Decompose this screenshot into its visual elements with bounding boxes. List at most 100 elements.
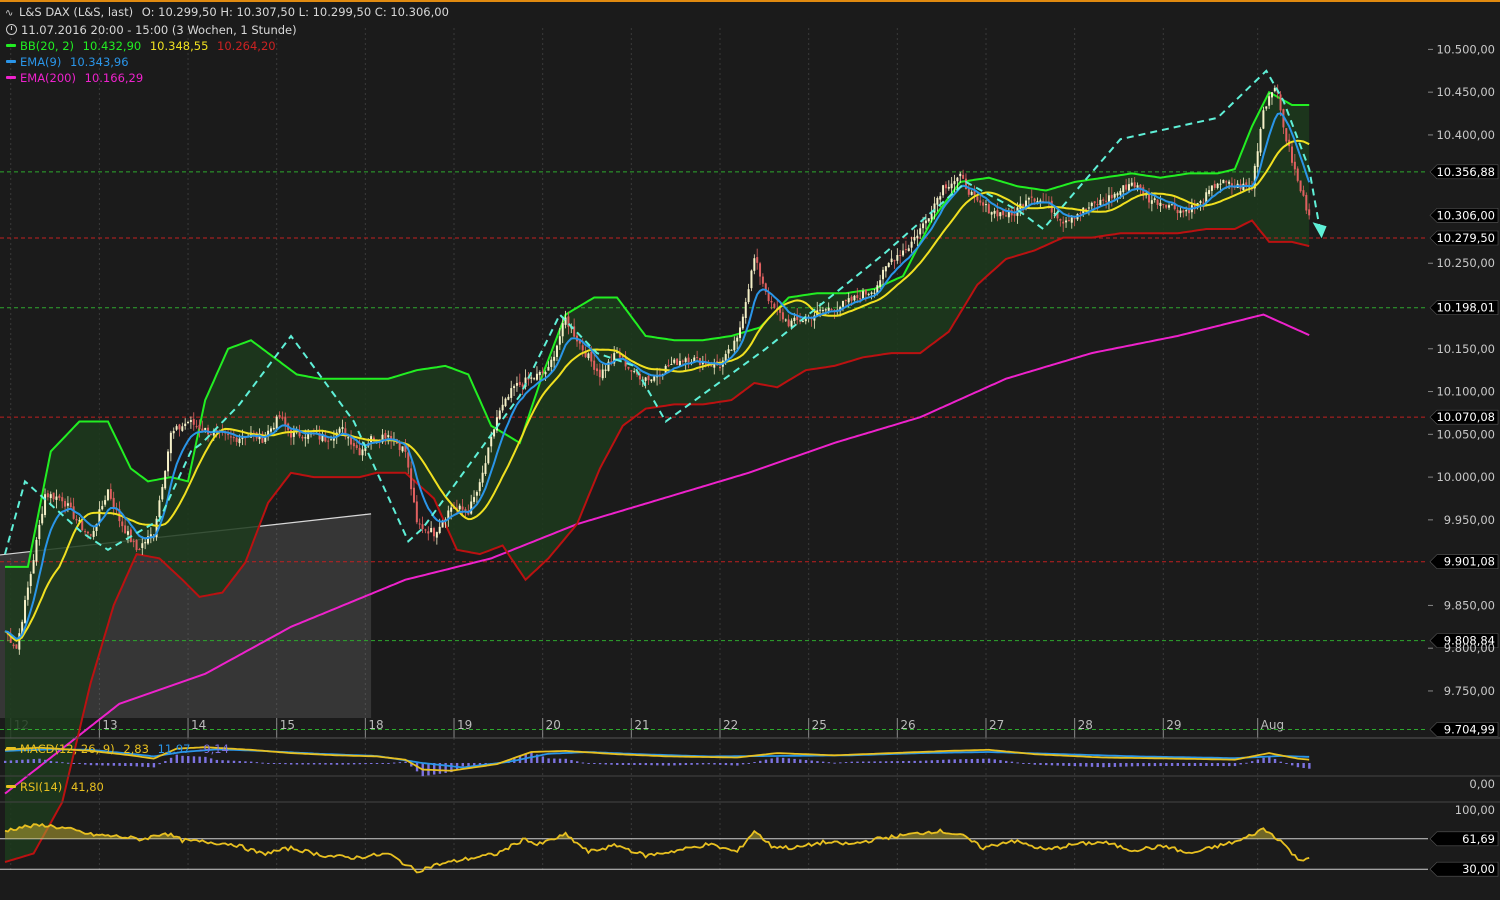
macd-hist-bar (278, 763, 281, 764)
candle-body (719, 366, 721, 369)
candle-body (1268, 96, 1271, 106)
legend-rsi[interactable]: RSI(14) 41,80 (4, 779, 104, 795)
macd-hist-bar (890, 761, 893, 763)
candle-body (407, 452, 410, 468)
candle-body (999, 212, 1002, 217)
candle-body (1007, 211, 1010, 218)
legend-macd[interactable]: MACD(12, 26, 9) 2,83 11,97 -9,14 (4, 741, 229, 757)
candle-body (269, 428, 272, 432)
candle-body (859, 297, 862, 300)
macd-hist-bar (152, 763, 156, 768)
candle-body (753, 258, 756, 271)
candle-body (384, 433, 387, 439)
candle-body (942, 185, 945, 196)
candle-body (1222, 179, 1225, 184)
macd-hist-bar (987, 758, 991, 763)
candle-body (164, 470, 167, 489)
candle-body (1256, 151, 1259, 168)
y-tick-label: 10.450,00 (1436, 85, 1495, 99)
macd-hist-bar (215, 759, 219, 763)
candle-body (947, 186, 950, 189)
candle-body (484, 463, 487, 474)
candle-body (361, 449, 364, 456)
macd-hist-bar (576, 761, 579, 763)
candle-body (61, 497, 64, 502)
candle-body (232, 437, 235, 439)
macd-hist-bar (598, 763, 602, 765)
macd-hist-bar (135, 763, 138, 767)
legend-ema200[interactable]: EMA(200) 10.166,29 (4, 70, 449, 86)
macd-hist-bar (1062, 763, 1065, 766)
ohlc-values: O: 10.299,50 H: 10.307,50 L: 10.299,50 C… (141, 5, 449, 19)
candle-body (847, 298, 850, 303)
macd-hist-bar (89, 763, 93, 766)
macd-hist-bar (964, 759, 968, 763)
candle-body (1096, 204, 1099, 206)
macd-hist-bar (879, 761, 882, 763)
candle-body (1087, 207, 1090, 209)
candle-body (201, 428, 204, 431)
macd-hist-bar (330, 763, 333, 765)
candle-body (1193, 205, 1196, 207)
candle-body (590, 351, 593, 362)
ema200-swatch (6, 75, 16, 79)
price-level-label: 10.306,00 (1436, 208, 1495, 222)
macd-hist-bar (993, 759, 996, 763)
macd-hist-bar (392, 762, 396, 764)
candle-body (904, 249, 907, 251)
candle-body (515, 383, 518, 386)
candle-body (970, 191, 973, 195)
macd-hist-bar (255, 762, 259, 764)
candle-body (879, 280, 882, 287)
macd-hist-bar (32, 759, 35, 763)
candle-body (41, 513, 44, 524)
candle-body (555, 345, 558, 357)
legend-bb[interactable]: BB(20, 2) 10.432,90 10.348,55 10.264,20 (4, 38, 449, 54)
macd-hist-bar (1039, 763, 1042, 765)
macd-hist-bar (1022, 763, 1025, 764)
macd-hist-bar (187, 756, 190, 763)
candle-body (1293, 161, 1296, 170)
macd-hist-bar (621, 763, 625, 765)
rsi-y-label: 61,69 (1462, 832, 1495, 846)
macd-hist-bar (267, 763, 270, 764)
candle-body (939, 196, 942, 200)
macd-hist-bar (370, 763, 373, 765)
candle-body (1136, 185, 1139, 188)
macd-value-3: -9,14 (199, 742, 229, 756)
macd-hist-bar (1239, 763, 1242, 765)
chart-type-icon[interactable]: ∿ (5, 6, 15, 22)
legend-ema9[interactable]: EMA(9) 10.343,96 (4, 54, 449, 70)
macd-hist-bar (896, 761, 899, 763)
macd-hist-bar (1193, 763, 1197, 766)
candle-body (1262, 110, 1265, 129)
candle-body (418, 523, 421, 525)
candle-body (587, 353, 590, 359)
macd-hist-bar (867, 761, 871, 763)
candle-body (530, 377, 533, 379)
macd-hist-bar (347, 763, 350, 765)
candle-body (35, 539, 38, 562)
macd-hist-bar (1107, 763, 1111, 768)
macd-hist-bar (84, 763, 87, 765)
macd-hist-bar (558, 758, 562, 763)
candle-body (175, 426, 178, 430)
candle-body (841, 300, 844, 307)
macd-hist-bar (976, 758, 979, 763)
macd-hist-bar (169, 757, 173, 763)
macd-hist-bar (1273, 758, 1277, 763)
candle-body (167, 451, 170, 472)
macd-hist-bar (72, 763, 76, 764)
macd-hist-bar (318, 763, 321, 765)
rsi-y-label: 30,00 (1462, 862, 1495, 876)
candle-body (352, 443, 355, 447)
candle-body (49, 494, 52, 499)
macd-hist-bar (1285, 763, 1288, 764)
candle-body (126, 531, 129, 535)
candle-body (916, 235, 919, 239)
macd-hist-bar (776, 757, 779, 763)
macd-hist-bar (209, 758, 213, 763)
candle-body (38, 524, 41, 540)
macd-hist-bar (55, 761, 58, 763)
rsi-panel: 100,00 61,69 30,00 (0, 803, 1499, 877)
